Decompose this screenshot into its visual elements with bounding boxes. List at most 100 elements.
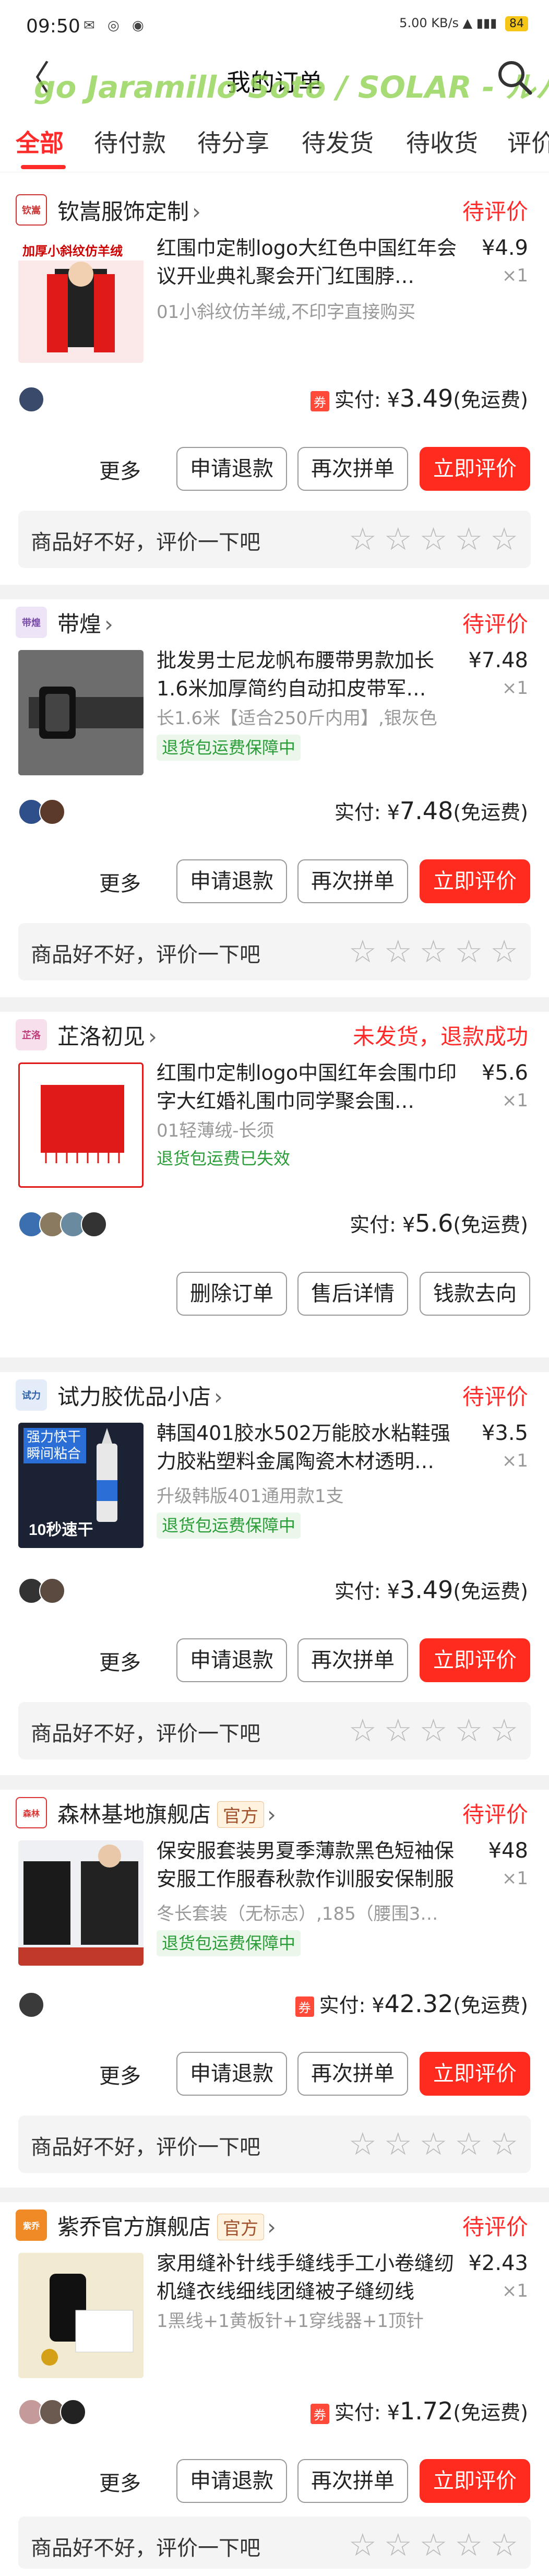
official-badge: 官方 (217, 1801, 265, 1828)
tab-pending-receive[interactable]: 待收货 (406, 124, 478, 159)
star-icon[interactable]: ☆ (420, 520, 448, 559)
review-prompt-bar[interactable]: 商品好不好，评价一下吧 ☆ ☆ ☆ ☆ ☆ (18, 1702, 531, 1759)
star-icon[interactable]: ☆ (455, 932, 483, 971)
star-icon[interactable]: ☆ (349, 1711, 377, 1750)
product-title[interactable]: 家用缝补针线手缝线手工小卷缝纫机缝衣线细线团缝被子缝纫线 (157, 2249, 470, 2306)
review-button[interactable]: 立即评价 (420, 2459, 530, 2503)
paid-amount: 实付: ¥7.48(免运费) (334, 797, 528, 825)
tab-review[interactable]: 评价 (507, 124, 549, 159)
star-icon[interactable]: ☆ (384, 2125, 412, 2164)
product-image[interactable]: 10秒速干 强力快干 瞬间粘合 (18, 1423, 144, 1548)
star-icon[interactable]: ☆ (490, 520, 518, 559)
more-button[interactable]: 更多 (99, 1646, 141, 1676)
product-title[interactable]: 红围巾定制logo大红色中国红年会议开业典礼聚会开门红围脖… (157, 234, 470, 290)
star-icon[interactable]: ☆ (384, 1711, 412, 1750)
star-icon[interactable]: ☆ (490, 1711, 518, 1750)
group-avatars (18, 1578, 65, 1607)
star-rating[interactable]: ☆ ☆ ☆ ☆ ☆ (341, 2125, 518, 2164)
product-image[interactable] (18, 1062, 144, 1188)
search-icon[interactable] (495, 57, 534, 97)
star-icon[interactable]: ☆ (455, 520, 483, 559)
review-prompt-bar[interactable]: 商品好不好，评价一下吧 ☆ ☆ ☆ ☆ ☆ (18, 2116, 531, 2173)
coupon-icon: 券 (295, 1996, 314, 2017)
star-icon[interactable]: ☆ (384, 932, 412, 971)
avatar (39, 799, 65, 825)
star-icon[interactable]: ☆ (455, 2125, 483, 2164)
tab-pending-payment[interactable]: 待付款 (94, 124, 166, 159)
star-icon[interactable]: ☆ (490, 2125, 518, 2164)
star-rating[interactable]: ☆ ☆ ☆ ☆ ☆ (341, 2526, 518, 2565)
review-prompt-text: 商品好不好，评价一下吧 (31, 2135, 260, 2159)
more-button[interactable]: 更多 (99, 2059, 141, 2089)
shipping-guarantee-badge: 退货包运费保障中 (157, 1930, 301, 1956)
product-qty: ×1 (502, 1090, 528, 1111)
product-title[interactable]: 保安服套装男夏季薄款黑色短袖保安服工作服春秋款作训服安保制服 (157, 1837, 464, 1893)
tab-all[interactable]: 全部 (16, 124, 64, 159)
status-bar: 09:50 ✉ ◎ ◉ 5.00 KB/s ▲ ▮▮▮ 84 (0, 0, 549, 52)
tab-pending-share[interactable]: 待分享 (197, 124, 269, 159)
star-icon[interactable]: ☆ (420, 1711, 448, 1750)
order-tabs: 全部 待付款 待分享 待发货 待收货 评价 (0, 110, 549, 172)
shop-name[interactable]: 试力胶优品小店 › (57, 1379, 223, 1411)
review-button[interactable]: 立即评价 (420, 859, 530, 903)
rebuy-button[interactable]: 再次拼单 (297, 859, 408, 903)
rebuy-button[interactable]: 再次拼单 (297, 1638, 408, 1682)
product-title[interactable]: 批发男士尼龙帆布腰带男款加长1.6米加厚简约自动扣皮带军… (157, 646, 459, 703)
star-icon[interactable]: ☆ (349, 520, 377, 559)
refund-trace-button[interactable]: 钱款去向 (420, 1272, 530, 1316)
star-rating[interactable]: ☆ ☆ ☆ ☆ ☆ (341, 1711, 518, 1750)
shop-name[interactable]: 钦嵩服饰定制 › (57, 194, 201, 226)
shop-name[interactable]: 紫乔官方旗舰店 官方 › (57, 2209, 276, 2241)
review-button[interactable]: 立即评价 (420, 447, 530, 491)
refund-button[interactable]: 申请退款 (176, 2459, 287, 2503)
after-sales-button[interactable]: 售后详情 (297, 1272, 408, 1316)
more-button[interactable]: 更多 (99, 454, 141, 485)
shop-name[interactable]: 带煌 › (57, 607, 113, 639)
review-prompt-bar[interactable]: 商品好不好，评价一下吧 ☆ ☆ ☆ ☆ ☆ (18, 2516, 531, 2569)
star-icon[interactable]: ☆ (455, 1711, 483, 1750)
refund-button[interactable]: 申请退款 (176, 1638, 287, 1682)
star-icon[interactable]: ☆ (420, 932, 448, 971)
product-image[interactable] (18, 2253, 144, 2378)
shop-name[interactable]: 森林基地旗舰店 官方 › (57, 1797, 276, 1829)
star-icon[interactable]: ☆ (349, 932, 377, 971)
product-image[interactable] (18, 650, 144, 775)
star-icon[interactable]: ☆ (490, 2526, 518, 2565)
active-tab-indicator (21, 165, 66, 169)
paid-amount: 券实付: ¥42.32(免运费) (295, 1989, 528, 2018)
rebuy-button[interactable]: 再次拼单 (297, 2459, 408, 2503)
shop-name[interactable]: 芷洛初见 › (57, 1019, 157, 1051)
review-button[interactable]: 立即评价 (420, 2052, 530, 2096)
more-button[interactable]: 更多 (99, 2466, 141, 2497)
tab-pending-ship[interactable]: 待发货 (302, 124, 374, 159)
order-status: 待评价 (462, 1384, 528, 1410)
rebuy-button[interactable]: 再次拼单 (297, 447, 408, 491)
star-icon[interactable]: ☆ (455, 2526, 483, 2565)
star-icon[interactable]: ☆ (349, 2526, 377, 2565)
product-title[interactable]: 红围巾定制logo中国红年会围巾印字大红婚礼围巾同学聚会围… (157, 1059, 470, 1115)
review-prompt-text: 商品好不好，评价一下吧 (31, 1722, 260, 1746)
star-icon[interactable]: ☆ (420, 2526, 448, 2565)
star-icon[interactable]: ☆ (420, 2125, 448, 2164)
delete-order-button[interactable]: 删除订单 (176, 1272, 287, 1316)
product-image[interactable]: 加厚小斜纹仿羊绒 (18, 238, 144, 363)
shop-logo-icon: 紫乔 (16, 2209, 47, 2241)
star-icon[interactable]: ☆ (349, 2125, 377, 2164)
refund-button[interactable]: 申请退款 (176, 859, 287, 903)
product-image[interactable] (18, 1840, 144, 1966)
product-title[interactable]: 韩国401胶水502万能胶水粘鞋强力胶粘塑料金属陶瓷木材透明… (157, 1419, 470, 1475)
more-button[interactable]: 更多 (99, 867, 141, 897)
review-button[interactable]: 立即评价 (420, 1638, 530, 1682)
review-prompt-bar[interactable]: 商品好不好，评价一下吧 ☆ ☆ ☆ ☆ ☆ (18, 511, 531, 568)
divider (0, 2188, 549, 2202)
refund-button[interactable]: 申请退款 (176, 2052, 287, 2096)
refund-button[interactable]: 申请退款 (176, 447, 287, 491)
chevron-right-icon: › (267, 1802, 276, 1827)
star-rating[interactable]: ☆ ☆ ☆ ☆ ☆ (341, 932, 518, 971)
star-rating[interactable]: ☆ ☆ ☆ ☆ ☆ (341, 520, 518, 559)
rebuy-button[interactable]: 再次拼单 (297, 2052, 408, 2096)
review-prompt-bar[interactable]: 商品好不好，评价一下吧 ☆ ☆ ☆ ☆ ☆ (18, 923, 531, 980)
star-icon[interactable]: ☆ (490, 932, 518, 971)
star-icon[interactable]: ☆ (384, 2526, 412, 2565)
star-icon[interactable]: ☆ (384, 520, 412, 559)
